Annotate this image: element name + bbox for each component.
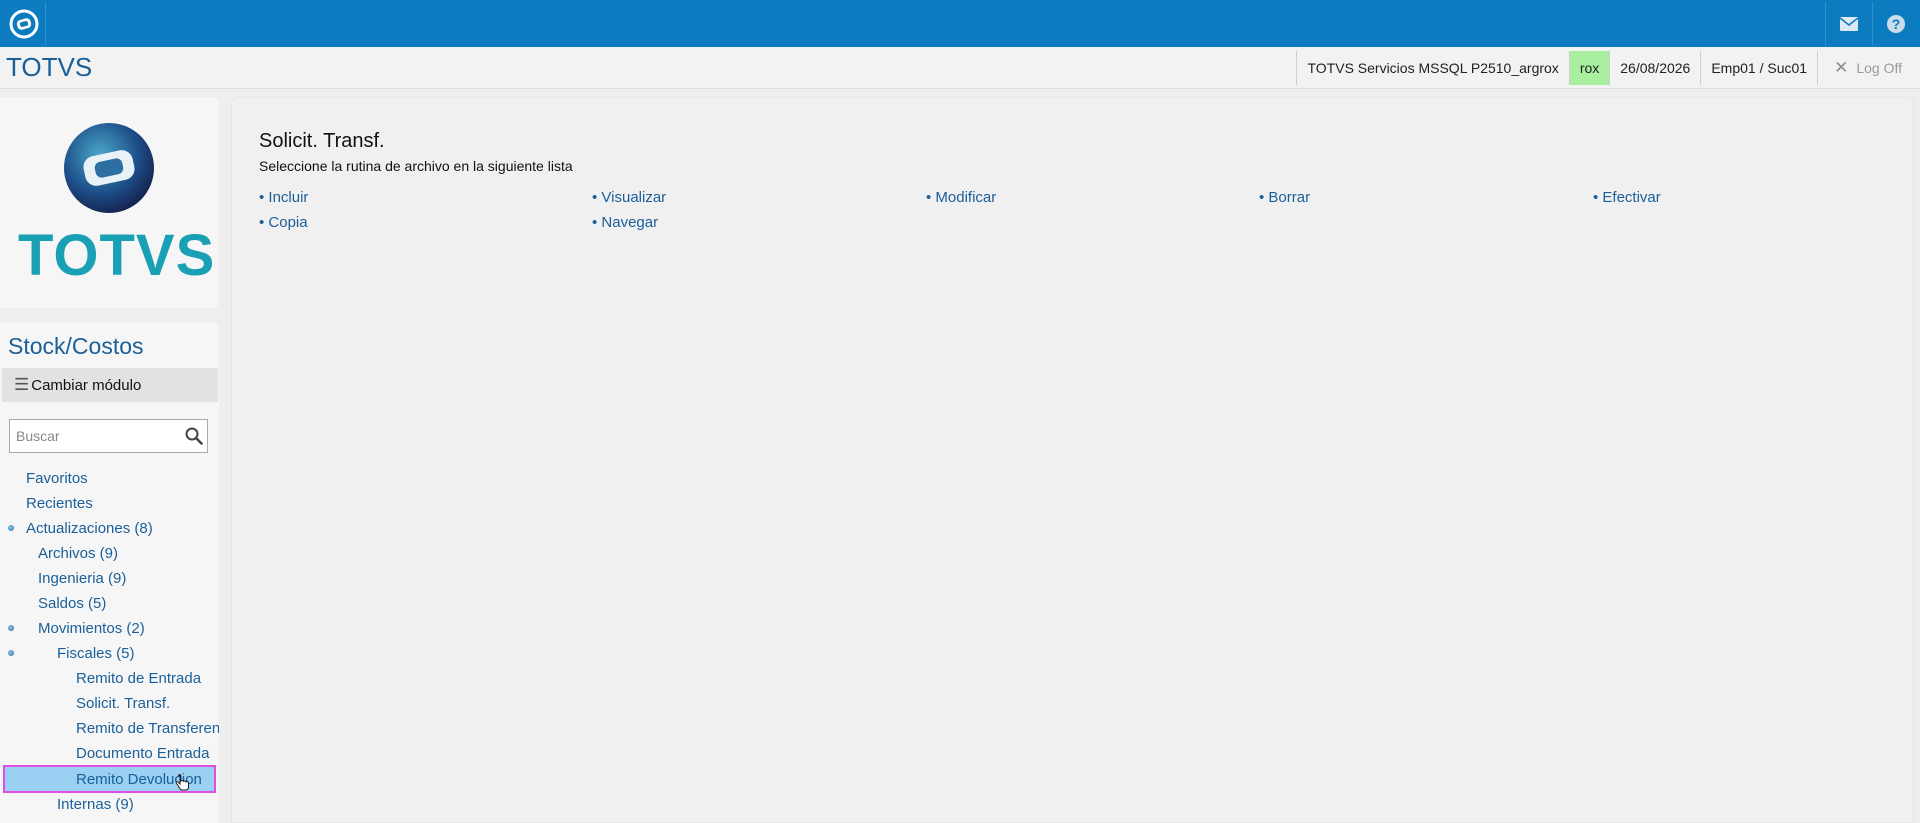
menu-item-archivos[interactable]: Archivos (9) <box>0 541 219 566</box>
header-bar: TOTVS TOTVS Servicios MSSQL P2510_argrox… <box>0 47 1920 89</box>
home-button[interactable] <box>2 2 46 45</box>
totvs-logo-icon <box>9 9 38 38</box>
brand-title: TOTVS <box>6 52 93 82</box>
action-efectivar[interactable]: • Efectivar <box>1593 189 1661 206</box>
mail-button[interactable] <box>1825 2 1872 45</box>
menu-item-remito-devolucion[interactable]: Remito Devolucion <box>3 765 216 793</box>
action-borrar[interactable]: • Borrar <box>1259 189 1310 206</box>
menu-item-recientes[interactable]: Recientes <box>0 491 219 516</box>
status-area: TOTVS Servicios MSSQL P2510_argrox rox 2… <box>1296 51 1920 85</box>
logoff-label: Log Off <box>1856 60 1902 76</box>
svg-text:?: ? <box>1892 16 1901 32</box>
menu-item-favoritos[interactable]: Favoritos <box>0 466 219 491</box>
company-branch-label[interactable]: Emp01 / Suc01 <box>1700 51 1817 85</box>
search-field[interactable] <box>9 419 208 453</box>
totvs-globe-logo <box>64 123 154 213</box>
menu-item-movimientos[interactable]: Movimientos (2) <box>0 616 219 641</box>
action-copia[interactable]: • Copia <box>259 214 308 231</box>
search-input[interactable] <box>14 427 178 445</box>
action-modificar[interactable]: • Modificar <box>926 189 996 206</box>
top-bar: ? <box>0 0 1920 47</box>
menu-item-remito-de-transferencia[interactable]: Remito de Transferen <box>0 716 219 741</box>
expand-bullet-icon <box>8 625 14 631</box>
menu-item-solicit-transf[interactable]: Solicit. Transf. <box>0 691 219 716</box>
menu-item-remito-de-entrada[interactable]: Remito de Entrada <box>0 666 219 691</box>
page-subtitle: Seleccione la rutina de archivo en la si… <box>259 158 573 174</box>
search-icon[interactable] <box>185 427 203 445</box>
change-module-label: Cambiar módulo <box>31 376 142 394</box>
help-button[interactable]: ? <box>1872 2 1919 45</box>
user-label: rox <box>1568 51 1610 85</box>
date-label: 26/08/2026 <box>1609 51 1700 85</box>
logoff-button[interactable]: ✕ Log Off <box>1817 51 1920 85</box>
expand-bullet-icon <box>8 650 14 656</box>
menu-tree: Favoritos Recientes Actualizaciones (8) … <box>0 466 219 817</box>
menu-item-saldos[interactable]: Saldos (5) <box>0 591 219 616</box>
change-module-button[interactable]: ☰ Cambiar módulo <box>2 368 218 402</box>
help-icon: ? <box>1887 14 1905 33</box>
navigation-panel: Stock/Costos ☰ Cambiar módulo Favoritos … <box>0 322 219 823</box>
main-panel: Solicit. Transf. Seleccione la rutina de… <box>231 97 1914 823</box>
action-visualizar[interactable]: • Visualizar <box>592 189 666 206</box>
menu-item-internas[interactable]: Internas (9) <box>0 792 219 817</box>
hamburger-icon: ☰ <box>14 375 30 394</box>
logo-text: TOTVS <box>18 223 216 288</box>
module-title: Stock/Costos <box>8 333 144 359</box>
environment-label: TOTVS Servicios MSSQL P2510_argrox <box>1296 51 1568 85</box>
menu-item-actualizaciones[interactable]: Actualizaciones (8) <box>0 516 219 541</box>
close-icon: ✕ <box>1834 58 1849 77</box>
mail-icon <box>1840 16 1858 31</box>
page-title: Solicit. Transf. <box>259 130 385 152</box>
action-incluir[interactable]: • Incluir <box>259 189 308 206</box>
action-navegar[interactable]: • Navegar <box>592 214 658 231</box>
logo-panel: TOTVS <box>0 97 219 308</box>
menu-item-documento-entrada[interactable]: Documento Entrada <box>0 741 219 766</box>
hand-cursor-icon <box>176 774 189 791</box>
expand-bullet-icon <box>8 525 14 531</box>
menu-item-fiscales[interactable]: Fiscales (5) <box>0 641 219 666</box>
menu-item-ingenieria[interactable]: Ingenieria (9) <box>0 566 219 591</box>
